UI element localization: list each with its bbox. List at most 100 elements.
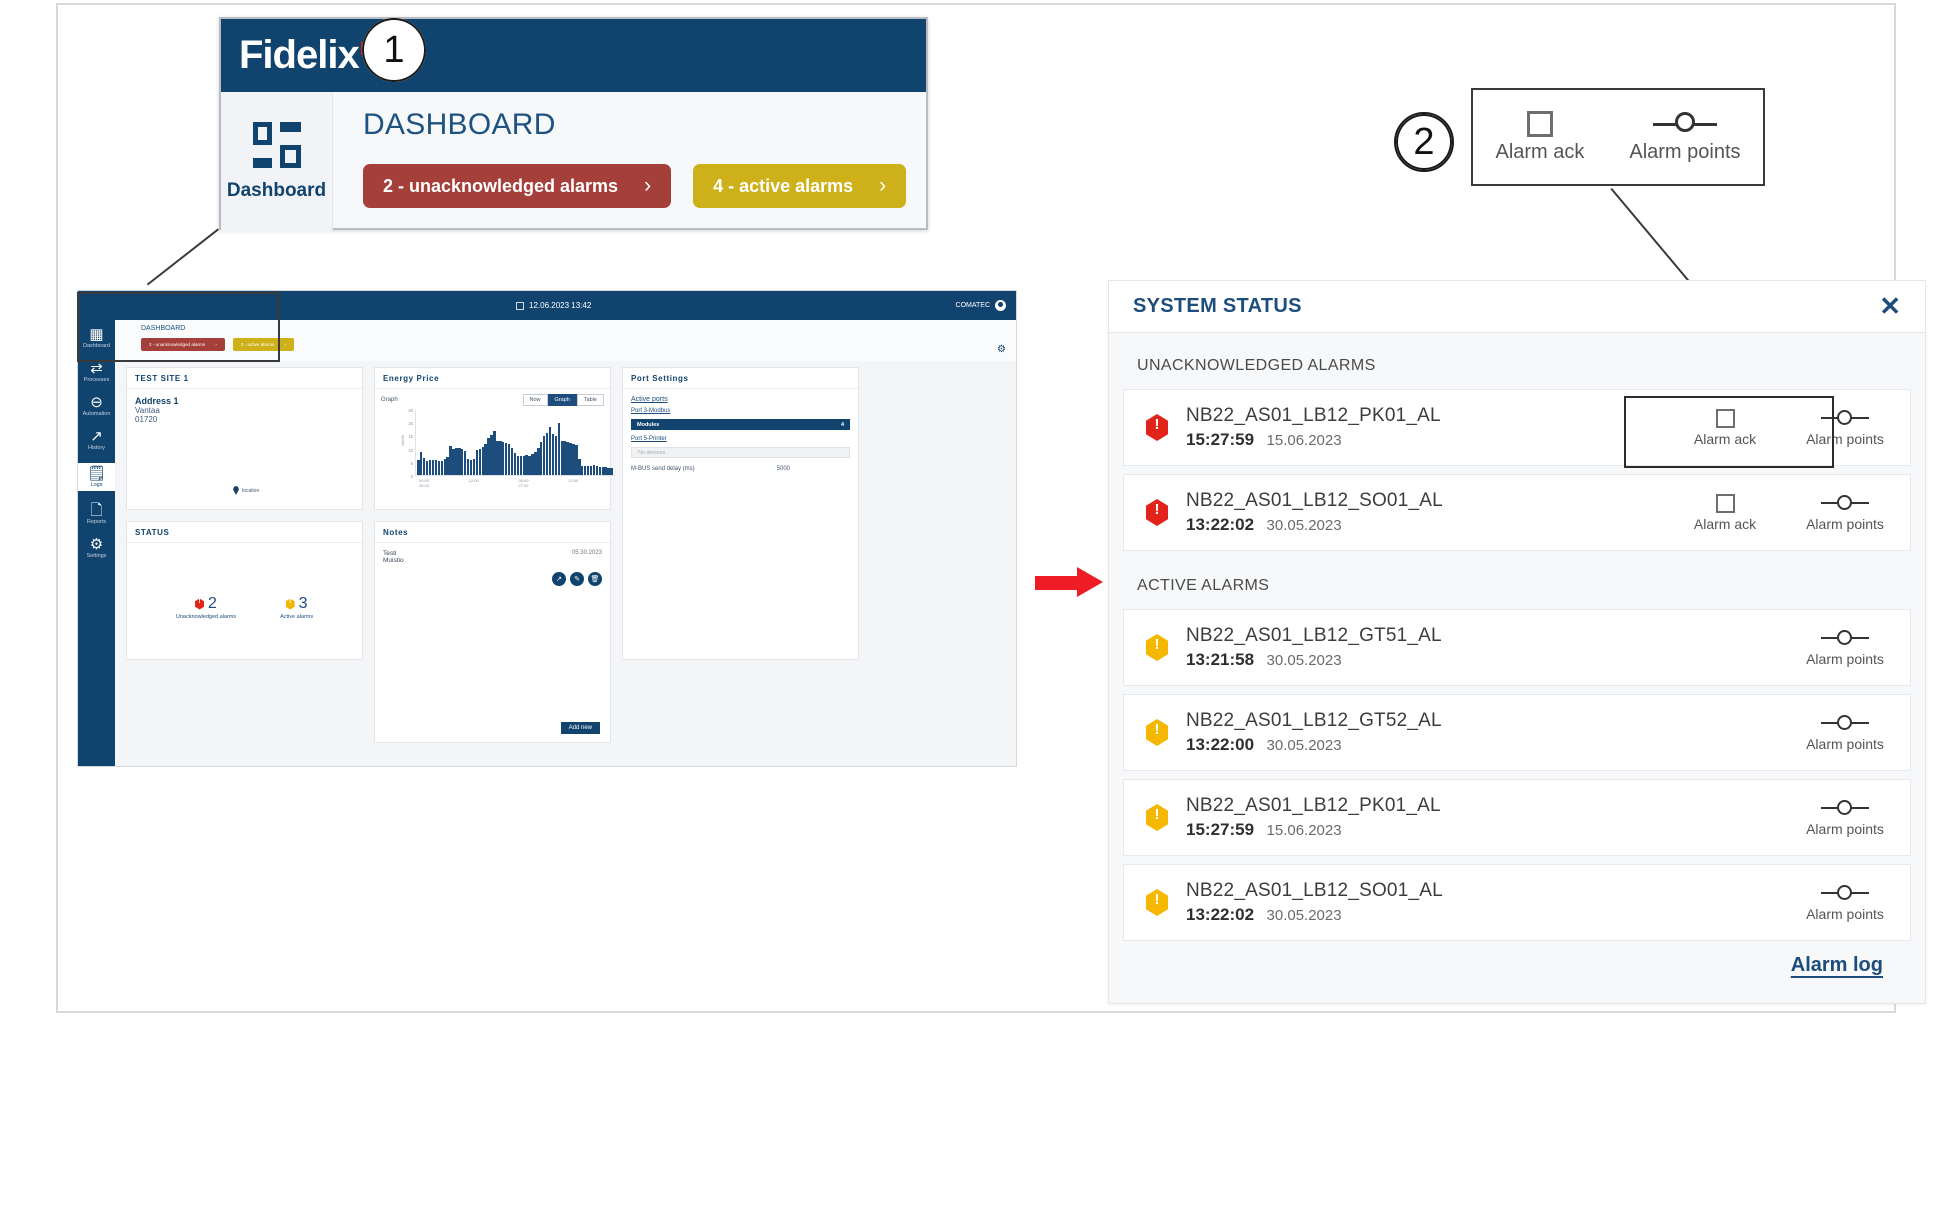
automation-icon: ⊖ [90, 394, 103, 411]
mini-sidebar: ▦ Dashboard ⇄ Processes ⊖ Automation ↗ H… [78, 291, 115, 766]
alarm-points-action[interactable]: Alarm points [1802, 494, 1888, 532]
close-icon[interactable]: ✕ [1879, 291, 1901, 322]
system-status-title: SYSTEM STATUS [1133, 295, 1302, 317]
sidebar-item-automation[interactable]: ⊖ Automation [78, 394, 115, 418]
chart-y-tick: 0 [410, 474, 413, 479]
alarm-points-icon[interactable] [1821, 714, 1869, 733]
dashboard-header-main: DASHBOARD 2 - unacknowledged alarms › 4 … [333, 92, 926, 232]
sidebar-item-label: Automation [82, 411, 111, 417]
callout-badge-1: 1 [362, 18, 426, 82]
sidebar-item-label: History [87, 445, 106, 451]
chevron-right-icon: › [644, 174, 652, 197]
port3-modbus-link[interactable]: Port 3-Modbus [631, 408, 850, 414]
gear-icon[interactable]: ⚙ [997, 344, 1006, 355]
alarm-points-action[interactable]: Alarm points [1802, 629, 1888, 667]
mini-datetime-label: 12.06.2023 13:42 [529, 301, 592, 310]
table-row[interactable]: NB22_AS01_LB12_GT52_AL 13:22:00 30.05.20… [1123, 694, 1911, 771]
port5-devices-field[interactable]: No devices [631, 447, 850, 458]
sidebar-item-label: Settings [86, 553, 107, 559]
edit-pencil-icon[interactable]: ✎ [570, 572, 584, 586]
table-row[interactable]: NB22_AS01_LB12_PK01_AL 15:27:59 15.06.20… [1123, 389, 1911, 466]
add-new-button[interactable]: Add new [560, 722, 600, 734]
system-status-header: SYSTEM STATUS ✕ [1109, 281, 1925, 333]
sidebar-item-history[interactable]: ↗ History [78, 429, 115, 452]
alarm-time: 15:27:59 [1186, 820, 1255, 839]
port3-modules-field[interactable]: Modules 4 [631, 419, 850, 430]
sidebar-item-label: Dashboard [226, 180, 327, 201]
sidebar-item-dashboard[interactable]: Dashboard [221, 92, 333, 232]
alarm-ack-action[interactable]: Alarm ack [1682, 493, 1768, 532]
alarm-points-icon[interactable] [1821, 629, 1869, 648]
mini-energy-title: Energy Price [375, 368, 610, 389]
alarm-points-label: Alarm points [1806, 735, 1884, 752]
mini-user[interactable]: COMATEC [956, 300, 1006, 311]
alarm-points-label: Alarm points [1806, 515, 1884, 532]
alarm-points-label: Alarm points [1806, 430, 1884, 447]
mbus-delay-label: M-BUS send delay (ms) [631, 466, 695, 472]
alarm-log-link[interactable]: Alarm log [1791, 954, 1883, 977]
alarm-hex-yellow-icon [1146, 719, 1168, 746]
alarm-points-action[interactable]: Alarm points [1802, 714, 1888, 752]
delete-trash-icon[interactable]: 🗑 [588, 572, 602, 586]
alarm-time: 13:21:58 [1186, 650, 1255, 669]
port5-printer-link[interactable]: Port 5-Printer [631, 436, 850, 442]
segment-now[interactable]: Now [522, 394, 548, 406]
table-row[interactable]: NB22_AS01_LB12_GT51_AL 13:21:58 30.05.20… [1123, 609, 1911, 686]
callout-badge-2-number: 2 [1413, 120, 1435, 163]
alarm-date: 30.05.2023 [1266, 907, 1342, 924]
chart-x-tick: 12:00 [568, 478, 579, 483]
chart-plot-area [415, 410, 615, 476]
chart-y-tick: 5 [410, 460, 413, 466]
alarm-ack-action[interactable]: Alarm ack [1682, 408, 1768, 447]
grid-icon [252, 122, 301, 168]
alarm-points-action[interactable]: Alarm points [1802, 884, 1888, 922]
note-body: Muistio [383, 557, 404, 564]
mini-energy-segmented-control: Now Graph Table [522, 394, 604, 406]
table-row[interactable]: NB22_AS01_LB12_SO01_AL 13:22:02 30.05.20… [1123, 474, 1911, 551]
mini-status-title: STATUS [127, 522, 362, 543]
chart-x-tick: 00:00 26.02 [419, 478, 430, 488]
red-arrow-icon [1035, 567, 1103, 597]
stat-unacknowledged-alarms: 2 Unacknowledged alarms [176, 595, 236, 620]
sidebar-item-logs[interactable]: 🗒 Logs [78, 463, 115, 491]
unacknowledged-alarms-button[interactable]: 2 - unacknowledged alarms › [363, 164, 672, 208]
open-external-icon[interactable]: ↗ [552, 572, 566, 586]
alarm-points-action[interactable]: Alarm points [1802, 799, 1888, 837]
chart-y-tick: 25 [408, 408, 413, 413]
alarm-points-action[interactable]: Alarm points [1802, 409, 1888, 447]
calendar-icon [516, 301, 524, 310]
active-alarms-label: 4 - active alarms [713, 175, 854, 196]
sidebar-item-label: Processes [83, 377, 110, 383]
stat-active-caption: Active alarms [280, 614, 314, 620]
note-date: 05.30.2023 [571, 550, 602, 556]
alarm-name: NB22_AS01_LB12_PK01_AL [1186, 405, 1441, 426]
segment-graph[interactable]: Graph [547, 394, 577, 406]
checkbox-icon [1526, 110, 1553, 137]
checkbox-icon[interactable] [1715, 493, 1735, 513]
mini-card-port-settings: Port Settings Active ports Port 3-Modbus… [622, 367, 859, 660]
alarm-points-icon[interactable] [1821, 799, 1869, 818]
sidebar-item-processes[interactable]: ⇄ Processes [78, 361, 115, 384]
alarm-date: 30.05.2023 [1266, 737, 1342, 754]
chart-x-tick: 12:00 [468, 478, 479, 483]
alarm-date: 15.06.2023 [1266, 432, 1342, 449]
alarm-points-icon[interactable] [1821, 884, 1869, 903]
sidebar-item-reports[interactable]: 🗋 Reports [78, 503, 115, 526]
alarm-points-icon[interactable] [1821, 409, 1869, 428]
active-alarms-button[interactable]: 4 - active alarms › [693, 164, 907, 208]
alarm-time: 13:22:02 [1186, 905, 1255, 924]
active-ports-link[interactable]: Active ports [631, 396, 850, 403]
table-row[interactable]: NB22_AS01_LB12_PK01_AL 15:27:59 15.06.20… [1123, 779, 1911, 856]
segment-table[interactable]: Table [576, 394, 604, 406]
section-heading-active: ACTIVE ALARMS [1137, 577, 1270, 594]
alarm-points-icon[interactable] [1821, 494, 1869, 513]
checkbox-icon[interactable] [1715, 408, 1735, 428]
alarm-points-icon [1652, 111, 1717, 137]
mini-test-site-title: TEST SITE 1 [127, 368, 362, 389]
chart-x-axis: 00:00 26.02 12:00 00:00 27.02 12:00 [415, 478, 615, 490]
chart-y-tick: 20 [408, 421, 413, 427]
system-status-footer: Alarm log [1109, 927, 1925, 1003]
alarm-ack-label: Alarm ack [1693, 515, 1757, 532]
mini-graph-label: Graph [381, 397, 398, 403]
sidebar-item-settings[interactable]: ⚙ Settings [78, 537, 115, 560]
